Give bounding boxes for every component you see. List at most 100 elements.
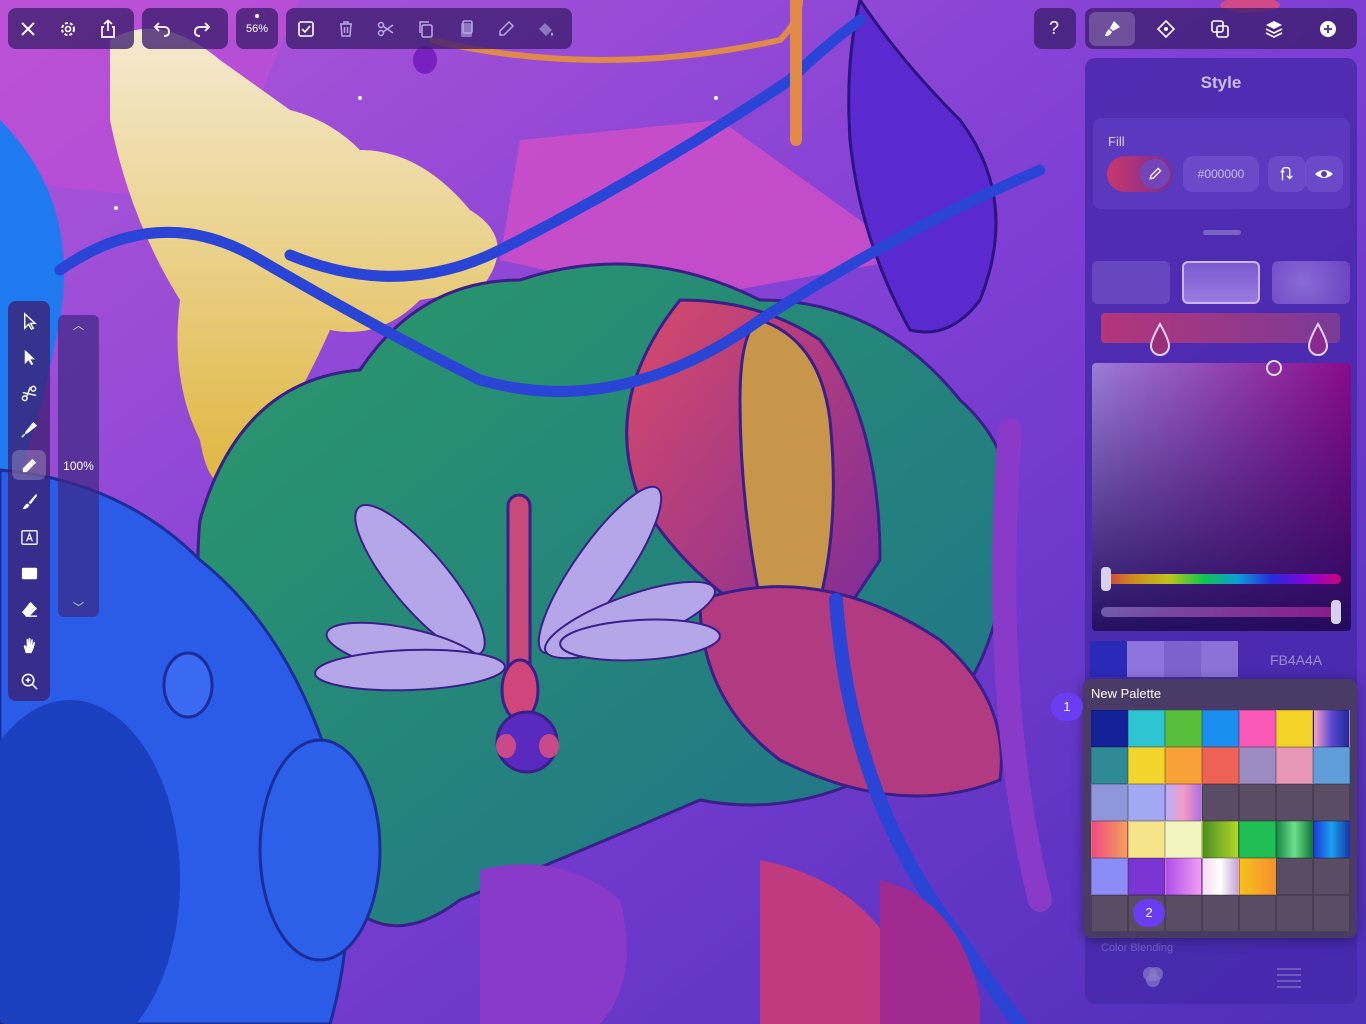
vector-tab[interactable]: [1139, 8, 1193, 49]
pencil-tool[interactable]: [8, 447, 50, 483]
shape-tool[interactable]: [8, 555, 50, 591]
visibility-button[interactable]: [1305, 156, 1343, 192]
palette-swatch[interactable]: [1128, 710, 1165, 747]
pen-tool[interactable]: [8, 411, 50, 447]
delete-button[interactable]: [326, 8, 366, 49]
hand-tool[interactable]: [8, 627, 50, 663]
palette-swatch[interactable]: [1276, 821, 1313, 858]
checkbox-icon: [298, 20, 314, 37]
brush-size-slider[interactable]: ︿ 100% ﹀: [58, 315, 99, 617]
color-picker-area[interactable]: [1092, 363, 1351, 631]
settings-button[interactable]: [48, 8, 88, 49]
linear-gradient-type[interactable]: [1182, 261, 1260, 304]
radial-gradient-type[interactable]: [1272, 261, 1350, 304]
recent-color[interactable]: [1127, 641, 1164, 677]
paste-button[interactable]: [446, 8, 486, 49]
redo-button[interactable]: [182, 8, 222, 49]
list-icon[interactable]: [1275, 966, 1303, 988]
palette-swatch[interactable]: [1313, 821, 1350, 858]
gradient-stop-left[interactable]: [1149, 322, 1171, 358]
palette-swatch[interactable]: [1276, 710, 1313, 747]
palette-swatch[interactable]: [1239, 747, 1276, 784]
palette-swatch[interactable]: [1165, 784, 1202, 821]
text-tool[interactable]: [8, 519, 50, 555]
palette-swatch[interactable]: [1165, 895, 1202, 932]
zoom-indicator[interactable]: 56%: [236, 8, 278, 49]
cut-button[interactable]: [366, 8, 406, 49]
blend-circles-icon[interactable]: [1140, 964, 1166, 990]
palette-swatch[interactable]: [1165, 747, 1202, 784]
palette-swatch[interactable]: [1202, 747, 1239, 784]
opacity-knob[interactable]: [1331, 600, 1341, 624]
palette-swatch[interactable]: [1313, 784, 1350, 821]
palette-swatch[interactable]: [1313, 895, 1350, 932]
palette-swatch[interactable]: [1239, 710, 1276, 747]
layers-tab[interactable]: [1247, 8, 1301, 49]
boolean-tab[interactable]: [1193, 8, 1247, 49]
palette-swatch[interactable]: [1239, 858, 1276, 895]
hue-knob[interactable]: [1101, 567, 1111, 591]
palette-swatch[interactable]: [1091, 710, 1128, 747]
copy-button[interactable]: [406, 8, 446, 49]
palette-swatch[interactable]: [1165, 821, 1202, 858]
eyedropper-button[interactable]: [1140, 159, 1170, 189]
hue-slider[interactable]: [1101, 574, 1341, 584]
palette-swatch[interactable]: [1239, 821, 1276, 858]
select-all-button[interactable]: [286, 8, 326, 49]
scissors-tool[interactable]: [8, 375, 50, 411]
palette-swatch[interactable]: [1128, 821, 1165, 858]
palette-swatch[interactable]: [1276, 747, 1313, 784]
close-button[interactable]: [8, 8, 48, 49]
add-tab[interactable]: [1301, 8, 1355, 49]
gradient-bar[interactable]: [1101, 313, 1340, 343]
palette-swatch[interactable]: [1313, 710, 1350, 747]
select-tool[interactable]: [8, 303, 50, 339]
fill-color-swatch[interactable]: [1107, 156, 1173, 192]
palette-swatch[interactable]: [1091, 784, 1128, 821]
help-button[interactable]: ?: [1034, 8, 1074, 49]
recent-color[interactable]: [1201, 641, 1238, 677]
palette-swatch[interactable]: [1276, 858, 1313, 895]
solid-fill-type[interactable]: [1092, 261, 1170, 304]
recent-color[interactable]: [1090, 641, 1127, 677]
palette-swatch[interactable]: [1165, 858, 1202, 895]
palette-swatch[interactable]: [1239, 784, 1276, 821]
palette-swatch[interactable]: [1313, 747, 1350, 784]
gradient-stop-right[interactable]: [1307, 322, 1329, 358]
palette-swatch[interactable]: [1128, 858, 1165, 895]
palette-swatch[interactable]: [1202, 784, 1239, 821]
palette-swatch[interactable]: [1091, 858, 1128, 895]
palette-swatch[interactable]: [1202, 895, 1239, 932]
palette-swatch[interactable]: [1202, 821, 1239, 858]
palette-swatch[interactable]: [1202, 710, 1239, 747]
color-picker-handle[interactable]: [1266, 360, 1282, 376]
node-tool[interactable]: [8, 339, 50, 375]
palette-swatch[interactable]: [1313, 858, 1350, 895]
paste-style-button[interactable]: [526, 8, 566, 49]
share-button[interactable]: [88, 8, 128, 49]
eraser-tool[interactable]: [8, 591, 50, 627]
palette-swatch[interactable]: [1091, 895, 1128, 932]
palette-swatch[interactable]: [1128, 784, 1165, 821]
palette-swatch[interactable]: [1165, 710, 1202, 747]
palette-swatch[interactable]: [1276, 895, 1313, 932]
palette-swatch[interactable]: [1091, 821, 1128, 858]
drag-handle[interactable]: [1203, 230, 1241, 235]
opacity-slider[interactable]: [1101, 607, 1341, 617]
palette-swatch[interactable]: [1202, 858, 1239, 895]
zoom-label: 56%: [245, 22, 269, 35]
style-tab[interactable]: [1085, 8, 1139, 49]
copy-icon: [419, 20, 433, 38]
current-color-hex[interactable]: FB4A4A: [1270, 652, 1322, 668]
zoom-tool[interactable]: [8, 663, 50, 699]
swap-colors-button[interactable]: [1268, 156, 1306, 192]
fill-hex-field[interactable]: #000000: [1183, 156, 1259, 192]
undo-button[interactable]: [142, 8, 182, 49]
palette-swatch[interactable]: [1128, 747, 1165, 784]
copy-style-button[interactable]: [486, 8, 526, 49]
palette-swatch[interactable]: [1276, 784, 1313, 821]
palette-swatch[interactable]: [1239, 895, 1276, 932]
brush-tool[interactable]: [8, 483, 50, 519]
recent-color[interactable]: [1164, 641, 1201, 677]
palette-swatch[interactable]: [1091, 747, 1128, 784]
